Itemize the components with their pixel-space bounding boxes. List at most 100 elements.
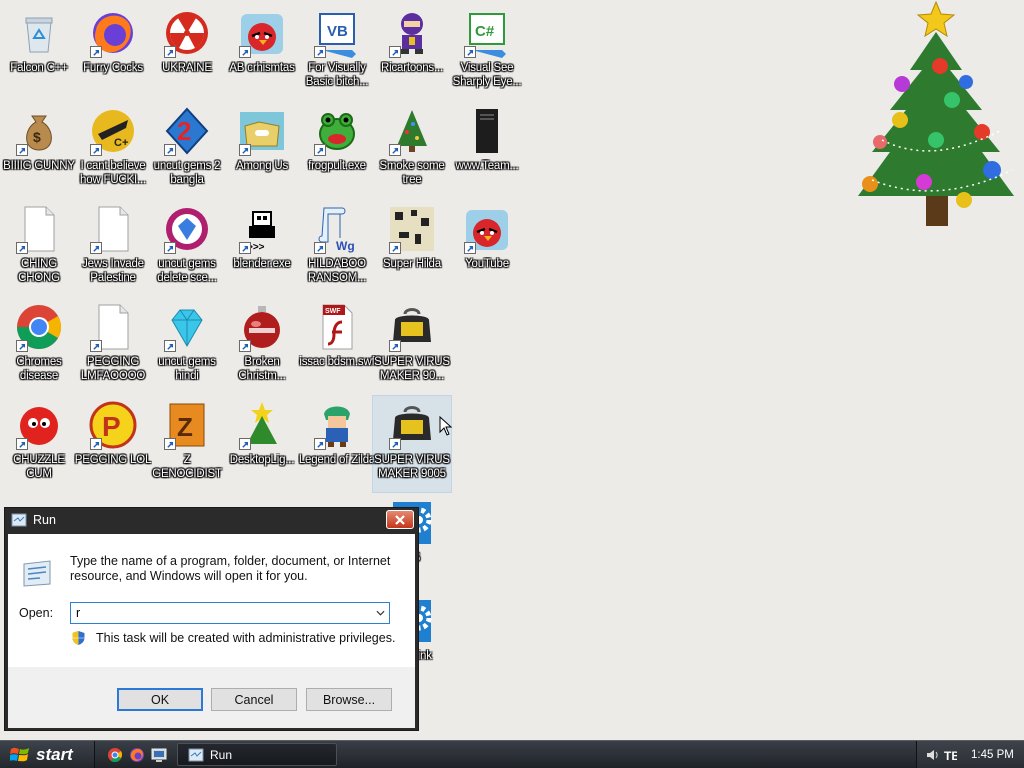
shortcut-arrow-icon (164, 438, 176, 450)
taskbar-item-run-label: Run (210, 747, 233, 762)
star-tree-icon (237, 400, 287, 450)
shortcut-arrow-icon (389, 242, 401, 254)
desktop-icon-ab-christmas[interactable]: AB crhismtas (223, 4, 301, 100)
desktop-icon-smoke-tree[interactable]: Smoke some tree (373, 102, 451, 198)
desktop-icon-uncut-gems-hindi[interactable]: uncut gems hindi (148, 298, 226, 394)
shortcut-arrow-icon (314, 46, 326, 58)
desktop-icon-issac-swf[interactable]: SWF issac bdsm.swf (298, 298, 376, 394)
shortcut-arrow-icon (389, 46, 401, 58)
flash-swf-icon: SWF (312, 302, 362, 352)
angry-bird-icon (237, 8, 287, 58)
desktop-icon-ukraine[interactable]: UKRAINE (148, 4, 226, 100)
pixel-art-icon (387, 204, 437, 254)
christmas-tree-icon (387, 106, 437, 156)
desktop-icon-ricartoons[interactable]: Ricartoons... (373, 4, 451, 100)
mouse-cursor-icon (439, 416, 453, 436)
svg-text:C+: C+ (114, 137, 128, 149)
svg-text:TB: TB (944, 749, 957, 762)
open-combobox[interactable] (70, 602, 390, 624)
run-title-bar[interactable]: Run (5, 508, 418, 532)
number-two-icon: 2 (162, 106, 212, 156)
shortcut-arrow-icon (239, 144, 251, 156)
firefox-icon (130, 748, 144, 762)
desktop-icon-cant-believe[interactable]: C+ I cant believe how FUCKI... (74, 102, 152, 198)
close-button[interactable] (386, 510, 414, 529)
shortcut-arrow-icon (164, 144, 176, 156)
diamond-icon (162, 302, 212, 352)
clock[interactable]: 1:45 PM (971, 749, 1014, 761)
desktop-icon-chuzzle[interactable]: CHUZZLE CUM (0, 396, 78, 492)
admin-privileges-note: This task will be created with administr… (71, 630, 395, 646)
svg-text:$: $ (33, 129, 41, 145)
run-description: Type the name of a program, folder, docu… (70, 554, 391, 583)
volume-icon[interactable] (925, 748, 939, 762)
ornament-icon (237, 302, 287, 352)
desktop-icon-chromes[interactable]: Chromes disease (0, 298, 78, 394)
blank-file-icon (14, 204, 64, 254)
desktop-icon-legend-zilda[interactable]: Legend of Zilda (298, 396, 376, 492)
svg-text:P: P (102, 411, 121, 442)
desktop-icon-super-virus-9005[interactable]: SUPER VIRUS MAKER 9005 (372, 395, 452, 493)
desktop-icon-z-genocidist[interactable]: Z Z GENOCIDIST (148, 396, 226, 492)
start-button[interactable]: start (0, 741, 95, 768)
z-block-icon: Z (162, 400, 212, 450)
shortcut-arrow-icon (90, 144, 102, 156)
chrome-icon (108, 748, 122, 763)
run-dialog-body: Type the name of a program, folder, docu… (8, 534, 415, 667)
cancel-button[interactable]: Cancel (211, 688, 297, 711)
desktop-icon-pegging-lol[interactable]: P PEGGING LOL (74, 396, 152, 492)
svg-text:Wg: Wg (336, 239, 355, 253)
desktop-icon-super-virus-90[interactable]: SUPER VIRUS MAKER 90... (373, 298, 451, 394)
open-dropdown-button[interactable] (371, 603, 389, 623)
christmas-tree-decoration (858, 0, 1014, 226)
shortcut-arrow-icon (90, 46, 102, 58)
desktop-icon-uncut-gems-delete[interactable]: uncut gems delete sce... (148, 200, 226, 296)
shortcut-arrow-icon (464, 46, 476, 58)
toolbox-bag-icon (387, 302, 437, 352)
shortcut-arrow-icon (164, 242, 176, 254)
svg-text:SWF: SWF (325, 308, 341, 315)
desktop-icon-blender[interactable]: >>> blender.exe (223, 200, 301, 296)
svg-text:VB: VB (327, 23, 348, 40)
shortcut-arrow-icon (90, 340, 102, 352)
start-label: start (36, 744, 73, 764)
desktop-icon-big-gunny[interactable]: $ BIIIIG GUNNY (0, 102, 78, 198)
desktop-icon-furry[interactable]: Furry Cocks (74, 4, 152, 100)
run-program-icon (23, 560, 51, 587)
quick-launch-firefox[interactable] (126, 745, 148, 765)
desktop-icon-visual-basic[interactable]: VB For Visually Basic bitch... (298, 4, 376, 100)
vb-icon: VB (312, 8, 362, 58)
angry-bird-icon (462, 204, 512, 254)
quick-launch-bar (104, 745, 170, 765)
desktop-icon-team[interactable]: www.Team... (448, 102, 526, 198)
desktop-icon-desktoplig[interactable]: DesktopLig... (223, 396, 301, 492)
browse-button[interactable]: Browse... (306, 688, 392, 711)
desktop-icon-broken-christmas[interactable]: Broken Christm... (223, 298, 301, 394)
shortcut-arrow-icon (314, 144, 326, 156)
ok-button[interactable]: OK (117, 688, 203, 711)
open-input[interactable] (71, 604, 371, 622)
shortcut-arrow-icon (16, 242, 28, 254)
chevron-down-icon (375, 610, 385, 616)
shortcut-arrow-icon (239, 46, 251, 58)
shortcut-arrow-icon (389, 144, 401, 156)
desktop-icon-ching[interactable]: CHING CHONG (0, 200, 78, 296)
scroll-wg-icon: Wg (312, 204, 362, 254)
desktop-icon-youtube[interactable]: YouTube (448, 200, 526, 296)
quick-launch-show-desktop[interactable] (148, 745, 170, 765)
taskbar-item-run[interactable]: Run (177, 743, 337, 766)
tb-app-icon[interactable]: TB (943, 748, 957, 762)
desktop-icon-jews[interactable]: Jews Invade Palestine (74, 200, 152, 296)
shortcut-arrow-icon (239, 438, 251, 450)
desktop-icon-frogpult[interactable]: frogpult.exe (298, 102, 376, 198)
shortcut-arrow-icon (239, 340, 251, 352)
desktop-icon-pegging-lmfao[interactable]: PEGGING LMFAOOOO (74, 298, 152, 394)
desktop-icon-super-hilda[interactable]: Super Hilda (373, 200, 451, 296)
desktop-icon-uncut-gems-2[interactable]: 2 uncut gems 2 bangla (148, 102, 226, 198)
desktop-icon-hildaboo[interactable]: Wg HILDABOO RANSOM... (298, 200, 376, 296)
p-badge-icon: P (88, 400, 138, 450)
quick-launch-chrome[interactable] (104, 745, 126, 765)
desktop-icon-falcon[interactable]: Falcon C++ (0, 4, 78, 100)
desktop-icon-among-us[interactable]: Among Us (223, 102, 301, 198)
desktop-icon-csharp[interactable]: C# Visual See Sharply Eye... (448, 4, 526, 100)
